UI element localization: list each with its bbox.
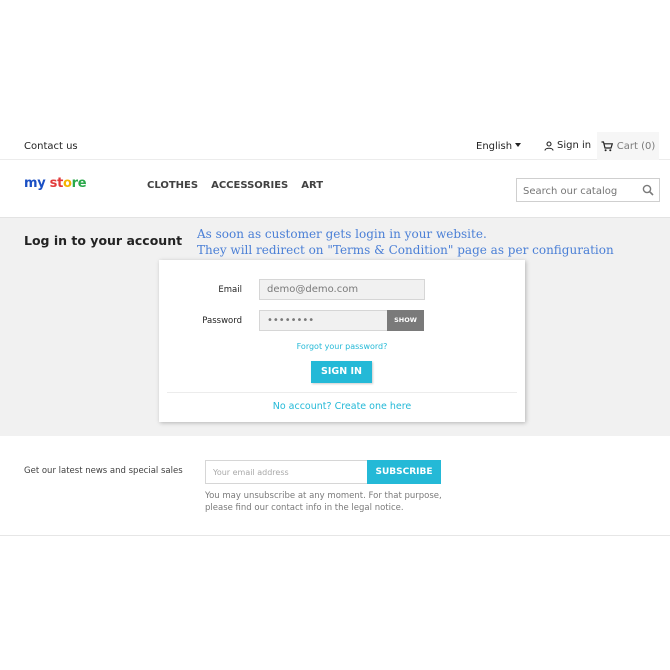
password-label: Password [202,316,242,326]
main-nav: CLOTHES ACCESSORIES ART [147,180,323,191]
contact-us-link[interactable]: Contact us [24,141,78,152]
annotation-line-2: They will redirect on "Terms & Condition… [197,243,614,257]
newsletter-email-input[interactable]: Your email address [205,460,368,484]
sign-in-label: Sign in [557,140,592,151]
show-password-button[interactable]: SHOW [387,310,424,331]
logo-part: re [71,176,87,191]
search-input[interactable] [517,180,635,203]
annotation-line-1: As soon as customer gets login in your w… [197,227,487,241]
logo-part: st [45,176,64,191]
forgot-password-link[interactable]: Forgot your password? [159,342,525,351]
legal-line-1: You may unsubscribe at any moment. For t… [205,491,442,501]
newsletter-legal-text: You may unsubscribe at any moment. For t… [205,490,465,514]
header: my store CLOTHES ACCESSORIES ART [0,160,670,218]
language-selector[interactable]: English [476,141,522,152]
sign-in-button[interactable]: SIGN IN [311,361,372,383]
annotation-note: As soon as customer gets login in your w… [197,226,614,258]
login-form: Email demo@demo.com Password •••••••• SH… [159,260,525,422]
email-label: Email [218,285,242,295]
page-title: Log in to your account [24,233,183,248]
nav-item-art[interactable]: ART [301,180,323,191]
user-icon [544,140,554,151]
logo-part: o [63,176,72,191]
language-label: English [476,141,513,152]
search-box [516,178,660,203]
search-icon[interactable] [642,184,654,196]
form-divider [167,392,517,393]
main-content: Log in to your account As soon as custom… [0,218,670,436]
create-account-link[interactable]: No account? Create one here [159,401,525,412]
nav-item-clothes[interactable]: CLOTHES [147,180,198,191]
subscribe-button[interactable]: SUBSCRIBE [367,460,441,484]
newsletter-section: Get our latest news and special sales Yo… [0,436,670,536]
email-field[interactable]: demo@demo.com [259,279,425,300]
newsletter-label: Get our latest news and special sales [24,466,183,476]
legal-line-2: please find our contact info in the lega… [205,503,404,513]
sign-in-link[interactable]: Sign in [544,140,591,151]
password-field[interactable]: •••••••• [259,310,389,331]
cart-label: Cart (0) [616,140,656,152]
top-bar: Contact us English Sign in [0,132,670,160]
nav-item-accessories[interactable]: ACCESSORIES [211,180,288,191]
logo-part: my [24,176,46,191]
cart-button[interactable]: Cart (0) [597,132,659,160]
caret-down-icon [515,143,522,147]
store-logo[interactable]: my store [24,176,87,191]
cart-icon [601,140,613,151]
